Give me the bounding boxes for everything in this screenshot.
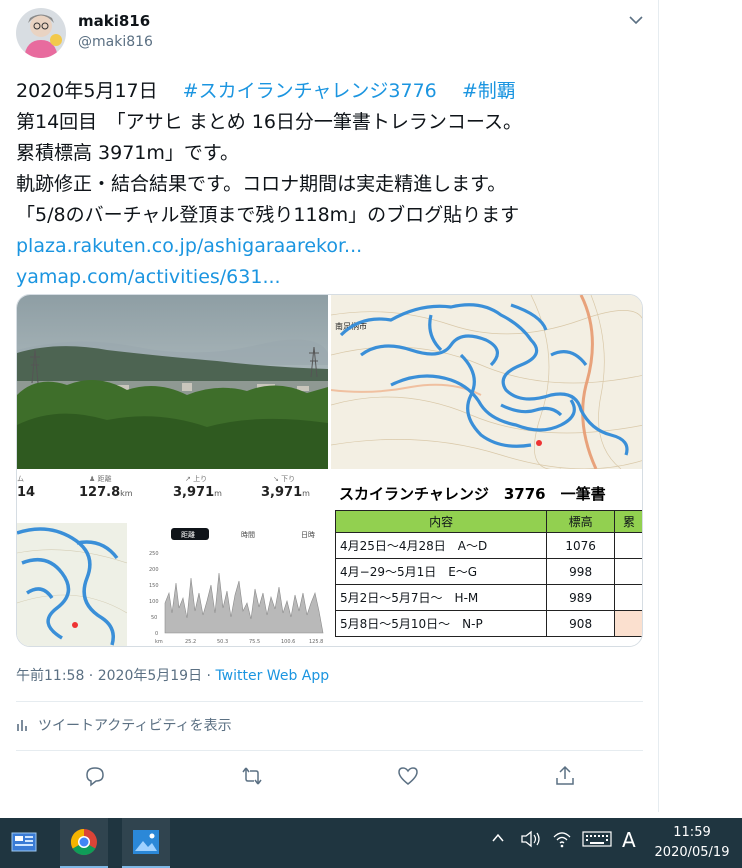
x-tick-5: 125.8	[309, 639, 323, 645]
tweet-post-date[interactable]: 2020年5月19日	[98, 668, 202, 684]
stat-value-0: 14	[17, 485, 36, 500]
table-row: 4月−29〜5月1日 E〜G 998	[334, 558, 642, 585]
table-header-elevation: 標高	[546, 510, 616, 533]
landscape-photo[interactable]	[17, 295, 328, 469]
analytics-icon	[17, 720, 27, 731]
hashtag-seiha[interactable]: #制覇	[462, 80, 516, 102]
activity-summary[interactable]: ム 14 ♟ 距離 127.8km ↗ 上り 3,971m ↘ 下り 3,971…	[17, 471, 333, 646]
tweet-activity-link[interactable]: ツイートアクティビティを表示	[16, 715, 232, 735]
tweet-card: maki816 @maki816 2020年5月17日 #スカイランチャレンジ3…	[0, 0, 659, 812]
control-panel-app-icon[interactable]	[0, 818, 48, 868]
user-name[interactable]: maki816	[78, 12, 150, 30]
y-tick-150: 150	[149, 583, 159, 589]
link-rakuten-blog[interactable]: plaza.rakuten.co.jp/ashigaraarekor...	[16, 231, 646, 262]
y-tick-250: 250	[149, 551, 159, 557]
tweet-line-4: 軌跡修正・結合結果です。コロナ期間は実走精進します。	[16, 173, 507, 195]
avatar[interactable]	[16, 8, 66, 58]
divider	[16, 701, 643, 702]
user-handle[interactable]: @maki816	[78, 34, 153, 50]
system-clock[interactable]: 11:59 2020/05/19	[648, 823, 736, 863]
tweet-text: 2020年5月17日 #スカイランチャレンジ3776 #制覇 第14回目 「アサ…	[16, 76, 646, 293]
y-tick-0: 0	[155, 631, 158, 637]
progress-table: 内容 標高 累 4月25日〜4月28日 A〜D 1076 4月−29〜5月1日 …	[334, 510, 642, 637]
reply-icon[interactable]	[83, 764, 107, 788]
table-cell-elevation: 989	[546, 584, 616, 611]
divider	[16, 750, 643, 751]
media-grid[interactable]: 南足柄市 ム 14 ♟ 距離 127.8km ↗ 上り 3,971m ↘ 下り	[16, 294, 643, 647]
like-heart-icon[interactable]	[396, 764, 420, 788]
table-cell-period: 4月−29〜5月1日 E〜G	[334, 558, 548, 585]
x-tick-3: 75.5	[249, 639, 260, 645]
tweet-time[interactable]: 午前11:58	[16, 668, 84, 684]
ascent-value: 3,971m	[173, 485, 222, 500]
stat-label-0: ム	[17, 475, 24, 483]
descent-label: ↘ 下り	[273, 475, 296, 483]
table-title: スカイランチャレンジ 3776 一筆書	[339, 485, 606, 503]
x-tick-1: 25.2	[185, 639, 196, 645]
x-tick-4: 100.6	[281, 639, 295, 645]
volume-icon[interactable]	[520, 830, 542, 852]
wifi-icon[interactable]	[552, 830, 572, 852]
x-tick-km: km	[155, 639, 163, 645]
mini-route-map	[17, 523, 127, 646]
tweet-date: 2020年5月17日	[16, 80, 158, 102]
tweet-line-2: 第14回目 「アサヒ まとめ 16日分一筆書トレランコース。	[16, 111, 522, 133]
progress-table-image[interactable]: スカイランチャレンジ 3776 一筆書 内容 標高 累 4月25日〜4月28日 …	[333, 471, 642, 646]
chevron-up-icon[interactable]	[490, 830, 506, 850]
share-icon[interactable]	[553, 764, 577, 788]
y-tick-50: 50	[151, 615, 157, 621]
tweet-activity-label: ツイートアクティビティを表示	[38, 718, 232, 734]
ime-mode-indicator[interactable]: A	[622, 828, 636, 852]
tweet-source-app[interactable]: Twitter Web App	[215, 668, 329, 684]
table-cell-period: 5月2日〜5月7日〜 H-M	[334, 584, 548, 611]
distance-value: 127.8km	[79, 485, 133, 500]
keyboard-icon[interactable]	[582, 830, 612, 852]
descent-value: 3,971m	[261, 485, 310, 500]
retweet-icon[interactable]	[240, 764, 264, 788]
table-cell-elevation: 998	[546, 558, 616, 585]
table-row: 5月8日〜5月10日〜 N-P 908	[334, 610, 642, 637]
chevron-down-icon[interactable]	[626, 10, 646, 30]
taskbar: A 11:59 2020/05/19	[0, 818, 742, 868]
x-tick-2: 50.3	[217, 639, 228, 645]
table-cell-period: 4月25日〜4月28日 A〜D	[334, 532, 548, 559]
table-row: 4月25日〜4月28日 A〜D 1076	[334, 532, 642, 559]
clock-date: 2020/05/19	[654, 845, 730, 860]
elevation-chart: 距離 時間 日時 250 200 150 100 50 0 km 25.2 50…	[143, 523, 333, 646]
chrome-app-icon[interactable]	[60, 818, 108, 868]
table-header-cumulative: 累	[614, 510, 642, 533]
route-map[interactable]: 南足柄市	[331, 295, 642, 469]
hashtag-skyrun[interactable]: #スカイランチャレンジ3776	[183, 80, 437, 102]
table-row: 5月2日〜5月7日〜 H-M 989	[334, 584, 642, 611]
table-header-content: 内容	[334, 510, 548, 533]
table-cell-elevation: 1076	[546, 532, 616, 559]
tweet-line-3: 累積標高 3971m」です。	[16, 142, 240, 164]
y-tick-200: 200	[149, 567, 159, 573]
table-cell-period: 5月8日〜5月10日〜 N-P	[334, 610, 548, 637]
tweet-line-5: 「5/8のバーチャル登頂まで残り118m」のブログ貼ります	[16, 204, 520, 226]
ascent-label: ↗ 上り	[185, 475, 208, 483]
table-cell-elevation: 908	[546, 610, 616, 637]
clock-time: 11:59	[673, 825, 711, 840]
distance-label: ♟ 距離	[89, 475, 112, 483]
photos-app-icon[interactable]	[122, 818, 170, 868]
y-tick-100: 100	[149, 599, 159, 605]
tweet-meta: 午前11:58 · 2020年5月19日 · Twitter Web App	[16, 668, 330, 684]
link-yamap[interactable]: yamap.com/activities/631...	[16, 262, 646, 293]
